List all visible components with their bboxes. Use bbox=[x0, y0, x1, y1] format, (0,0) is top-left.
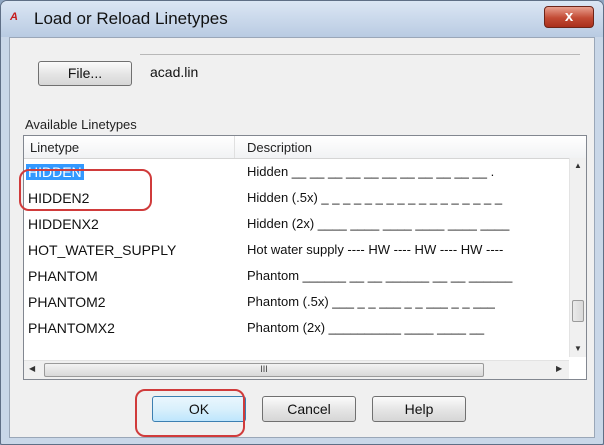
scroll-right-icon[interactable]: ▶ bbox=[556, 364, 562, 373]
linetype-name: PHANTOM2 bbox=[28, 294, 106, 310]
title-bar[interactable]: A Load or Reload Linetypes x bbox=[1, 1, 603, 37]
cancel-button[interactable]: Cancel bbox=[262, 396, 356, 422]
available-linetypes-label: Available Linetypes bbox=[25, 117, 137, 132]
dialog-body: File... acad.lin Available Linetypes Lin… bbox=[9, 37, 595, 438]
linetype-name: PHANTOM bbox=[28, 268, 98, 284]
vertical-scroll-thumb[interactable] bbox=[572, 300, 584, 322]
linetype-description: Hidden __ __ __ __ __ __ __ __ __ __ __ … bbox=[247, 164, 495, 179]
vertical-scrollbar[interactable]: ▲ ▼ bbox=[569, 158, 586, 357]
highlight-marker-hidden bbox=[19, 169, 152, 211]
help-button[interactable]: Help bbox=[372, 396, 466, 422]
linetype-description: Phantom (.5x) ___ _ _ ___ _ _ ___ _ _ __… bbox=[247, 294, 495, 309]
list-item[interactable]: PHANTOM Phantom ______ __ __ ______ __ _… bbox=[24, 264, 569, 290]
scroll-down-icon[interactable]: ▼ bbox=[574, 344, 582, 353]
linetype-name: HOT_WATER_SUPPLY bbox=[28, 242, 177, 258]
divider bbox=[140, 54, 580, 55]
list-item[interactable]: PHANTOMX2 Phantom (2x) __________ ____ _… bbox=[24, 316, 569, 342]
column-header-linetype[interactable]: Linetype bbox=[30, 140, 79, 155]
list-item[interactable]: HOT_WATER_SUPPLY Hot water supply ---- H… bbox=[24, 238, 569, 264]
horizontal-scrollbar[interactable]: ◀ III ▶ bbox=[24, 360, 569, 379]
linetype-description: Hidden (2x) ____ ____ ____ ____ ____ ___… bbox=[247, 216, 510, 231]
linetype-description: Phantom (2x) __________ ____ ____ __ bbox=[247, 320, 485, 335]
close-icon: x bbox=[564, 8, 574, 25]
linetype-description: Hidden (.5x) _ _ _ _ _ _ _ _ _ _ _ _ _ _… bbox=[247, 190, 503, 205]
scroll-up-icon[interactable]: ▲ bbox=[574, 161, 582, 170]
list-item[interactable]: PHANTOM2 Phantom (.5x) ___ _ _ ___ _ _ _… bbox=[24, 290, 569, 316]
list-item[interactable]: HIDDENX2 Hidden (2x) ____ ____ ____ ____… bbox=[24, 212, 569, 238]
linetype-description: Phantom ______ __ __ ______ __ __ ______ bbox=[247, 268, 513, 283]
horizontal-scroll-thumb[interactable]: III bbox=[44, 363, 484, 377]
column-header-description[interactable]: Description bbox=[247, 140, 312, 155]
file-button[interactable]: File... bbox=[38, 61, 132, 86]
window-title: Load or Reload Linetypes bbox=[34, 9, 228, 28]
load-reload-linetypes-dialog: A Load or Reload Linetypes x File... aca… bbox=[0, 0, 604, 445]
list-header: Linetype Description bbox=[24, 136, 586, 159]
linetype-description: Hot water supply ---- HW ---- HW ---- HW… bbox=[247, 242, 504, 257]
linetype-name: PHANTOMX2 bbox=[28, 320, 115, 336]
column-divider[interactable] bbox=[234, 136, 235, 158]
grip-icon: III bbox=[260, 364, 268, 374]
scroll-left-icon[interactable]: ◀ bbox=[29, 364, 35, 373]
highlight-marker-ok bbox=[135, 389, 245, 437]
file-name-value: acad.lin bbox=[150, 64, 199, 80]
close-button[interactable]: x bbox=[544, 6, 594, 28]
autocad-app-icon: A bbox=[10, 11, 18, 23]
linetype-name: HIDDENX2 bbox=[28, 216, 99, 232]
